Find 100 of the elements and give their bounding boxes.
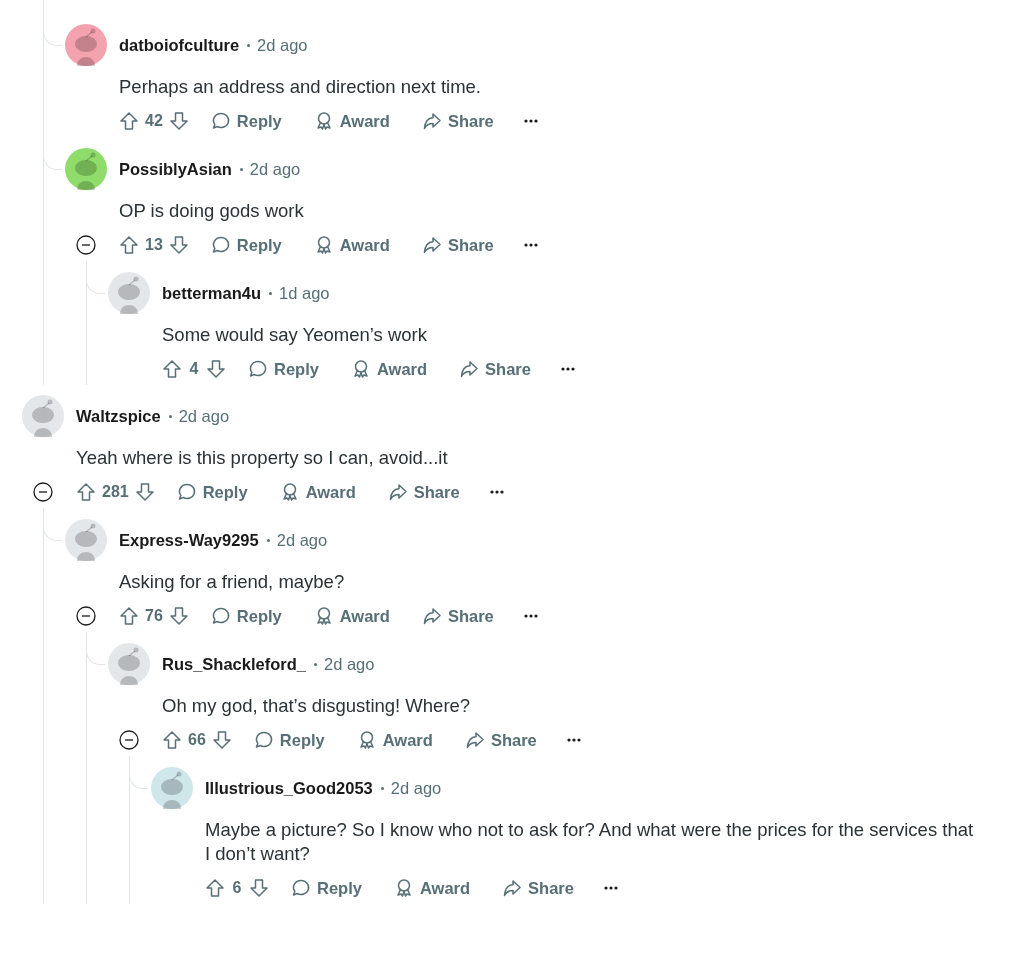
reply-button[interactable]: Reply bbox=[243, 724, 335, 756]
share-button[interactable]: Share bbox=[411, 600, 504, 632]
minus-icon bbox=[76, 606, 96, 626]
username[interactable]: Rus_Shackleford_ bbox=[162, 654, 306, 674]
vote-count: 281 bbox=[102, 483, 129, 501]
share-button[interactable]: Share bbox=[492, 872, 584, 904]
collapse-button[interactable] bbox=[76, 235, 96, 255]
downvote-icon[interactable] bbox=[168, 111, 189, 131]
downvote-icon[interactable] bbox=[211, 730, 232, 750]
upvote-icon[interactable] bbox=[119, 606, 139, 626]
ellipsis-icon bbox=[603, 886, 618, 890]
timestamp: 2d ago bbox=[249, 159, 301, 179]
separator-dot bbox=[239, 167, 243, 171]
award-button[interactable]: Award bbox=[303, 600, 400, 632]
share-button[interactable]: Share bbox=[377, 476, 470, 508]
upvote-icon[interactable] bbox=[76, 482, 96, 502]
award-button[interactable]: Award bbox=[346, 724, 443, 756]
share-icon bbox=[421, 111, 442, 131]
timestamp: 2d ago bbox=[324, 654, 375, 674]
downvote-icon[interactable] bbox=[168, 235, 189, 255]
reply-button[interactable]: Reply bbox=[166, 476, 258, 508]
upvote-icon[interactable] bbox=[205, 878, 225, 898]
share-icon bbox=[421, 235, 442, 255]
username[interactable]: Illustrious_Good2053 bbox=[205, 778, 373, 798]
speech-bubble-icon bbox=[210, 235, 231, 255]
share-button[interactable]: Share bbox=[449, 353, 541, 385]
collapse-button[interactable] bbox=[76, 606, 96, 626]
downvote-icon[interactable] bbox=[206, 359, 226, 379]
downvote-icon[interactable] bbox=[134, 482, 155, 502]
reply-button[interactable]: Reply bbox=[200, 600, 292, 632]
upvote-icon[interactable] bbox=[162, 359, 182, 379]
separator-dot bbox=[168, 414, 172, 418]
share-button[interactable]: Share bbox=[411, 105, 504, 137]
minus-icon bbox=[119, 730, 139, 750]
comment-text: Oh my god, that’s disgusting! Where? bbox=[162, 694, 472, 718]
upvote-icon[interactable] bbox=[162, 730, 182, 750]
vote-count: 6 bbox=[231, 879, 243, 897]
comment-text: Some would say Yeomen’s work bbox=[162, 323, 428, 347]
thread-connector bbox=[86, 261, 105, 294]
speech-bubble-icon bbox=[176, 482, 197, 502]
award-button[interactable]: Award bbox=[340, 353, 438, 385]
thread-connector bbox=[129, 756, 148, 789]
reply-button[interactable]: Reply bbox=[238, 353, 329, 385]
upvote-icon[interactable] bbox=[119, 111, 139, 131]
ellipsis-icon bbox=[523, 614, 538, 618]
username[interactable]: datboiofculture bbox=[119, 35, 240, 55]
ellipsis-icon bbox=[566, 738, 581, 742]
reply-button[interactable]: Reply bbox=[281, 872, 372, 904]
comment-text: Asking for a friend, maybe? bbox=[119, 570, 346, 594]
timestamp: 2d ago bbox=[276, 530, 328, 550]
comment-text: OP is doing gods work bbox=[119, 199, 305, 223]
ellipsis-icon bbox=[523, 119, 538, 123]
collapse-button[interactable] bbox=[119, 730, 139, 750]
share-icon bbox=[459, 359, 480, 379]
vote-count: 76 bbox=[145, 607, 163, 625]
share-button[interactable]: Share bbox=[454, 724, 547, 756]
award-button[interactable]: Award bbox=[269, 476, 366, 508]
reply-button[interactable]: Reply bbox=[200, 229, 292, 261]
thread-connector bbox=[43, 508, 62, 541]
separator-dot bbox=[247, 43, 251, 47]
award-button[interactable]: Award bbox=[383, 872, 481, 904]
share-button[interactable]: Share bbox=[411, 229, 504, 261]
thread-connector bbox=[86, 632, 105, 665]
speech-bubble-icon bbox=[248, 359, 268, 379]
timestamp: 2d ago bbox=[257, 35, 308, 55]
award-button[interactable]: Award bbox=[303, 105, 400, 137]
speech-bubble-icon bbox=[291, 878, 311, 898]
vote-count: 4 bbox=[188, 360, 200, 378]
downvote-icon[interactable] bbox=[168, 606, 189, 626]
username[interactable]: PossiblyAsian bbox=[119, 159, 232, 179]
speech-bubble-icon bbox=[253, 730, 274, 750]
timestamp: 2d ago bbox=[178, 406, 230, 426]
speech-bubble-icon bbox=[210, 111, 231, 131]
vote-count: 42 bbox=[145, 112, 163, 130]
comment-text: Yeah where is this property so I can, avoid...it bbox=[76, 446, 449, 470]
ellipsis-icon bbox=[560, 367, 575, 371]
username[interactable]: Express-Way9295 bbox=[119, 530, 259, 550]
share-icon bbox=[464, 730, 485, 750]
separator-dot bbox=[314, 662, 317, 666]
downvote-icon[interactable] bbox=[249, 878, 269, 898]
vote-count: 66 bbox=[188, 731, 206, 749]
upvote-icon[interactable] bbox=[119, 235, 139, 255]
timestamp: 2d ago bbox=[390, 778, 442, 798]
comment-text: Maybe a picture? So I know who not to ask for? And what were the prices for the services that I don’t want? bbox=[205, 818, 975, 866]
separator-dot bbox=[266, 538, 270, 542]
share-icon bbox=[421, 606, 442, 626]
reply-button[interactable]: Reply bbox=[200, 105, 292, 137]
share-icon bbox=[387, 482, 408, 502]
username[interactable]: Waltzspice bbox=[76, 406, 161, 426]
vote-count: 13 bbox=[145, 236, 163, 254]
award-button[interactable]: Award bbox=[303, 229, 400, 261]
ellipsis-icon bbox=[523, 243, 538, 247]
timestamp: 1d ago bbox=[279, 283, 330, 303]
minus-icon bbox=[33, 482, 53, 502]
ellipsis-icon bbox=[489, 490, 504, 494]
collapse-button[interactable] bbox=[33, 482, 53, 502]
separator-dot bbox=[380, 786, 384, 790]
separator-dot bbox=[269, 291, 273, 295]
share-icon bbox=[502, 878, 523, 898]
username[interactable]: betterman4u bbox=[162, 283, 262, 303]
